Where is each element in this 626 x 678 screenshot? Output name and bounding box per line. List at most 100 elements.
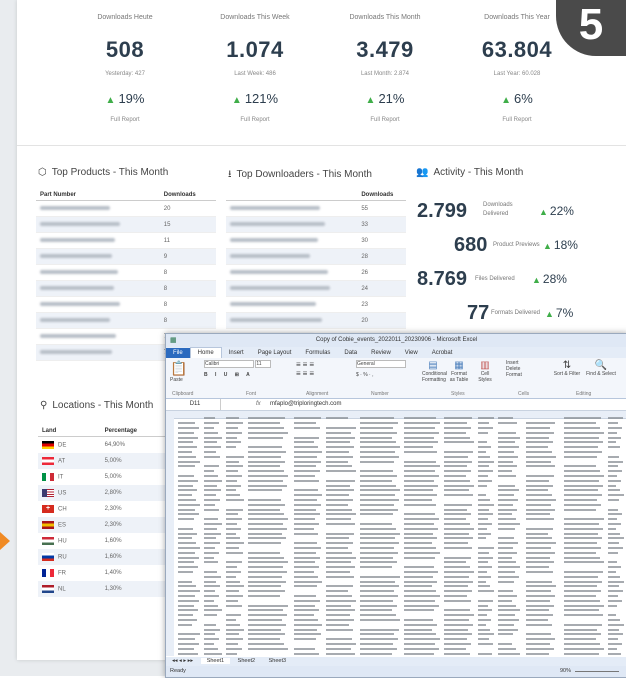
cell-content	[478, 614, 487, 617]
format-table-button[interactable]: ▦ Format as Table	[448, 360, 470, 383]
number-format-select[interactable]: General	[356, 360, 406, 368]
table-row[interactable]: HU 1,60%	[38, 533, 178, 549]
font-name-select[interactable]: Calibri	[204, 360, 254, 368]
sort-filter-button[interactable]: ⇅ Sort & Filter	[552, 360, 582, 377]
sheet-nav-icon[interactable]: ◂◂ ◂ ▸ ▸▸	[166, 658, 199, 664]
table-row[interactable]: DE 64,90%	[38, 437, 178, 454]
table-row[interactable]: 8	[36, 312, 216, 329]
zoom-slider[interactable]	[575, 671, 619, 672]
table-row[interactable]: RU 1,60%	[38, 549, 178, 565]
table-row[interactable]: 15	[36, 216, 216, 233]
activity-files: 8.769 Files Delivered ▲ 28%	[417, 268, 617, 292]
table-row[interactable]: 8	[36, 296, 216, 313]
cell-content	[564, 647, 604, 650]
cell-content	[404, 460, 436, 463]
cell-content	[608, 561, 617, 564]
cell-content	[526, 426, 550, 429]
cell-content	[498, 594, 517, 597]
cell-content	[178, 441, 193, 444]
cell-content	[326, 441, 350, 444]
cell-content	[294, 604, 315, 607]
table-row[interactable]: 8	[36, 280, 216, 297]
table-row[interactable]: IT 5,00%	[38, 469, 178, 485]
sheet-row	[166, 651, 626, 656]
cell-content	[248, 575, 282, 578]
cell-content	[204, 580, 216, 583]
paste-button[interactable]: 📋 Paste	[170, 360, 187, 383]
cell-content	[248, 522, 283, 525]
cell-styles-button[interactable]: ▥ Cell Styles	[474, 360, 496, 383]
table-row[interactable]: 9	[36, 248, 216, 265]
cell-content	[326, 518, 351, 521]
conditional-formatting-button[interactable]: ▤ Conditional Formatting	[422, 360, 447, 383]
cell-content	[248, 431, 288, 434]
cell-content	[178, 618, 197, 621]
cell-content	[248, 527, 287, 530]
cell-content	[178, 580, 192, 583]
table-row[interactable]: FR 1,40%	[38, 565, 178, 581]
cell-content	[498, 470, 512, 473]
name-box[interactable]: D11	[170, 399, 221, 410]
cell-content	[178, 460, 200, 463]
format-button[interactable]: Format	[506, 372, 522, 378]
full-report-link[interactable]: Full Report	[55, 117, 195, 123]
number-buttons[interactable]: $ · % · ,	[356, 372, 406, 378]
format-buttons[interactable]: B I U ⊞ A	[204, 372, 271, 378]
table-row[interactable]: 55	[226, 200, 406, 217]
table-row[interactable]: US 2,80%	[38, 485, 178, 501]
full-report-link[interactable]: Full Report	[315, 117, 455, 123]
flag-icon	[42, 489, 54, 497]
cell-content	[498, 474, 516, 477]
cell-content	[204, 484, 217, 487]
formula-input[interactable]: mfaplo@triploringtech.com	[270, 399, 341, 410]
table-row[interactable]: 24	[226, 280, 406, 297]
cell-content	[326, 484, 350, 487]
table-row[interactable]: 26	[226, 264, 406, 281]
sheet-tab[interactable]: Sheet2	[232, 658, 261, 664]
table-row[interactable]: AT 5,00%	[38, 453, 178, 469]
cell-content	[608, 633, 623, 636]
find-select-button[interactable]: 🔍 Find & Select	[586, 360, 616, 377]
table-row[interactable]: + CH 2,30%	[38, 501, 178, 517]
download-icon: ⭳	[228, 169, 232, 180]
cell-content	[444, 594, 467, 597]
table-row[interactable]: 30	[226, 232, 406, 249]
cell-content	[498, 546, 513, 549]
cell-content	[204, 426, 214, 429]
cell-content	[564, 542, 597, 545]
cell-content	[178, 542, 196, 545]
cell-content	[498, 633, 513, 636]
alignment-buttons[interactable]: ≡≡≡ ≡≡≡	[296, 360, 316, 378]
cell-content	[564, 498, 597, 501]
font-size-select[interactable]: 11	[255, 360, 272, 368]
flag-icon	[42, 585, 54, 593]
table-row[interactable]: NL 1,30%	[38, 581, 178, 597]
cell-content	[294, 599, 320, 602]
cell-content	[294, 585, 317, 588]
tab-home[interactable]: Home	[189, 347, 222, 358]
stats-row: Downloads Heute 508 Yesterday: 427 ▲ 19% …	[17, 0, 626, 140]
table-row[interactable]: 8	[36, 264, 216, 281]
table-row[interactable]: 33	[226, 216, 406, 233]
cell-content	[498, 465, 517, 468]
cell-content	[178, 604, 194, 607]
stat-value: 3.479	[356, 37, 414, 62]
table-row[interactable]: 20	[226, 312, 406, 329]
table-row[interactable]: 11	[36, 232, 216, 249]
cell-content	[564, 590, 601, 593]
spreadsheet-grid[interactable]	[166, 416, 626, 658]
table-row[interactable]: ES 2,30%	[38, 517, 178, 533]
table-row[interactable]: 20	[36, 200, 216, 217]
cell-content	[608, 489, 620, 492]
sheet-tab[interactable]: Sheet3	[263, 658, 292, 664]
cell-content	[204, 436, 222, 439]
cell-content	[564, 532, 598, 535]
cell-content	[248, 604, 288, 607]
cell-content	[608, 527, 616, 530]
table-row[interactable]: 28	[226, 248, 406, 265]
table-row[interactable]: 23	[226, 296, 406, 313]
sheet-tab[interactable]: Sheet1	[200, 658, 231, 664]
full-report-link[interactable]: Full Report	[185, 117, 325, 123]
full-report-link[interactable]: Full Report	[447, 117, 587, 123]
country-code: DE	[58, 442, 67, 449]
